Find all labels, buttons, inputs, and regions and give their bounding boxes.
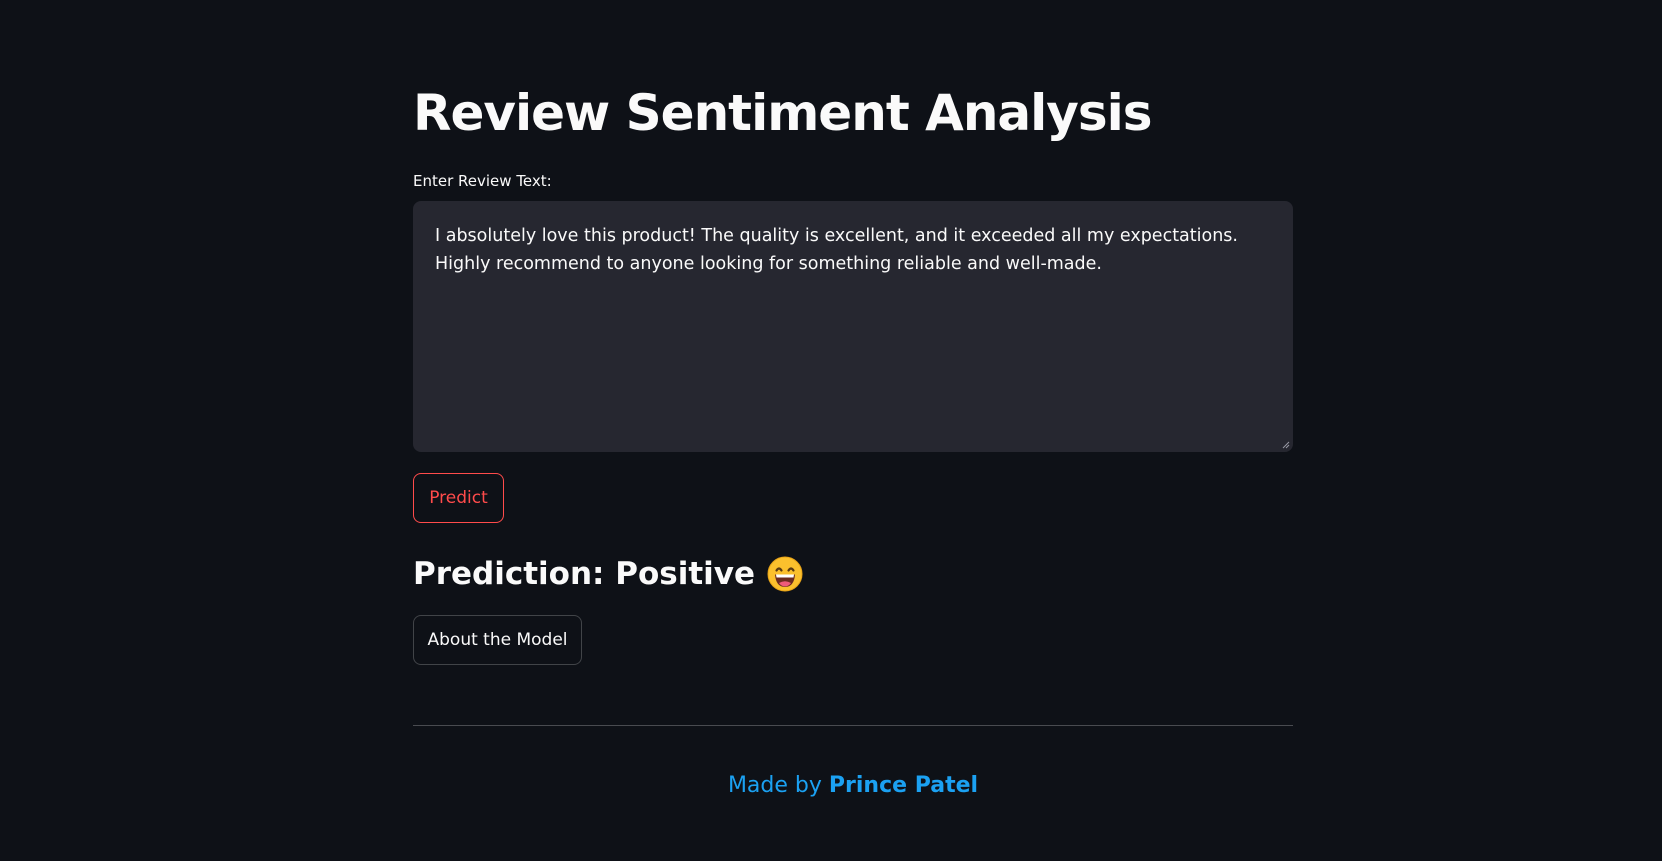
- review-input-container: I absolutely love this product! The qual…: [413, 201, 1293, 452]
- grinning-face-icon: [767, 556, 803, 592]
- predict-button[interactable]: Predict: [413, 473, 504, 523]
- about-model-button[interactable]: About the Model: [413, 615, 582, 665]
- review-text-area[interactable]: I absolutely love this product! The qual…: [413, 201, 1293, 452]
- page-title: Review Sentiment Analysis: [413, 84, 1153, 142]
- prediction-result: Prediction: Positive: [413, 552, 803, 596]
- footer-credit: Made by Prince Patel: [413, 770, 1293, 802]
- footer-prefix: Made by: [727, 773, 829, 798]
- prediction-text: Prediction: Positive: [413, 556, 755, 592]
- resize-handle-icon[interactable]: [1282, 441, 1290, 449]
- review-input-label: Enter Review Text:: [413, 172, 552, 190]
- author-name: Prince Patel: [828, 773, 979, 798]
- divider: [413, 725, 1293, 726]
